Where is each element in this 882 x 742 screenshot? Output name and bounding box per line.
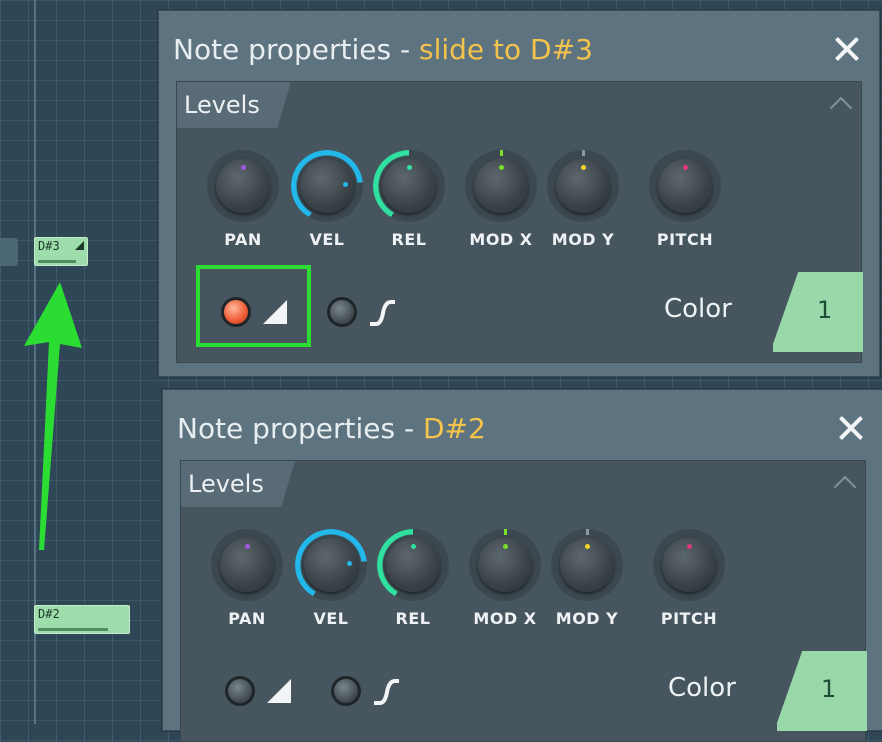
- knob-label: PAN: [224, 230, 262, 249]
- close-button[interactable]: [837, 414, 865, 442]
- porta-toggle[interactable]: [331, 676, 361, 706]
- knob-pan[interactable]: [211, 529, 283, 601]
- annotation-arrow: [24, 282, 82, 550]
- levels-section: Levels Color 1 PAN VEL REL MOD X MOD Y PITCH: [180, 460, 867, 742]
- knob-vel[interactable]: [295, 529, 367, 601]
- note-name: D#2: [422, 412, 486, 445]
- knob-pitch[interactable]: [653, 529, 725, 601]
- knob-label: PITCH: [656, 230, 714, 249]
- note-velocity-bar: [38, 628, 108, 631]
- close-button[interactable]: [833, 35, 861, 63]
- note-label: D#3: [38, 239, 60, 253]
- ghost-note: [0, 238, 18, 266]
- tab-levels[interactable]: Levels: [181, 461, 295, 507]
- color-selector[interactable]: 1: [777, 651, 867, 731]
- slide-note-icon: [75, 241, 84, 250]
- note-d3[interactable]: D#3: [34, 237, 88, 266]
- knob-label: PAN: [228, 609, 266, 628]
- porta-toggle[interactable]: [327, 297, 357, 327]
- knob-pitch[interactable]: [649, 150, 721, 222]
- knob-pan[interactable]: [207, 150, 279, 222]
- knob-label: VEL: [309, 230, 345, 249]
- knob-label: MOD Y: [551, 230, 615, 249]
- slide-highlight-box: [196, 265, 311, 347]
- color-label: Color: [664, 294, 732, 324]
- collapse-chevron-icon[interactable]: [829, 96, 853, 120]
- panel-title: Note properties - D#2: [177, 412, 486, 445]
- knob-label: MOD X: [473, 609, 537, 628]
- knob-rel[interactable]: [373, 150, 445, 222]
- knob-mod-x[interactable]: [465, 150, 537, 222]
- knob-label: MOD Y: [555, 609, 619, 628]
- note-name: slide to D#3: [418, 33, 593, 66]
- collapse-chevron-icon[interactable]: [833, 475, 857, 499]
- knob-label: VEL: [313, 609, 349, 628]
- panel-title: Note properties - slide to D#3: [173, 33, 593, 66]
- knob-rel[interactable]: [377, 529, 449, 601]
- note-properties-panel-slide: Note properties - slide to D#3 Levels Co…: [158, 10, 880, 377]
- note-properties-panel-d2: Note properties - D#2 Levels Color 1 PAN…: [162, 389, 882, 742]
- tab-levels[interactable]: Levels: [177, 82, 291, 128]
- knob-label: REL: [395, 609, 431, 628]
- porta-icon: [374, 679, 399, 705]
- slide-toggle[interactable]: [225, 676, 255, 706]
- knob-mod-y[interactable]: [551, 529, 623, 601]
- knob-mod-x[interactable]: [469, 529, 541, 601]
- porta-icon: [370, 300, 395, 326]
- slide-icon: [267, 679, 291, 703]
- knob-mod-y[interactable]: [547, 150, 619, 222]
- knob-label: PITCH: [660, 609, 718, 628]
- note-label: D#2: [38, 607, 60, 621]
- knob-label: REL: [391, 230, 427, 249]
- note-d2[interactable]: D#2: [34, 605, 130, 634]
- color-label: Color: [668, 673, 736, 703]
- color-selector[interactable]: 1: [773, 272, 863, 352]
- knob-label: MOD X: [469, 230, 533, 249]
- note-velocity-bar: [38, 260, 76, 263]
- knob-vel[interactable]: [291, 150, 363, 222]
